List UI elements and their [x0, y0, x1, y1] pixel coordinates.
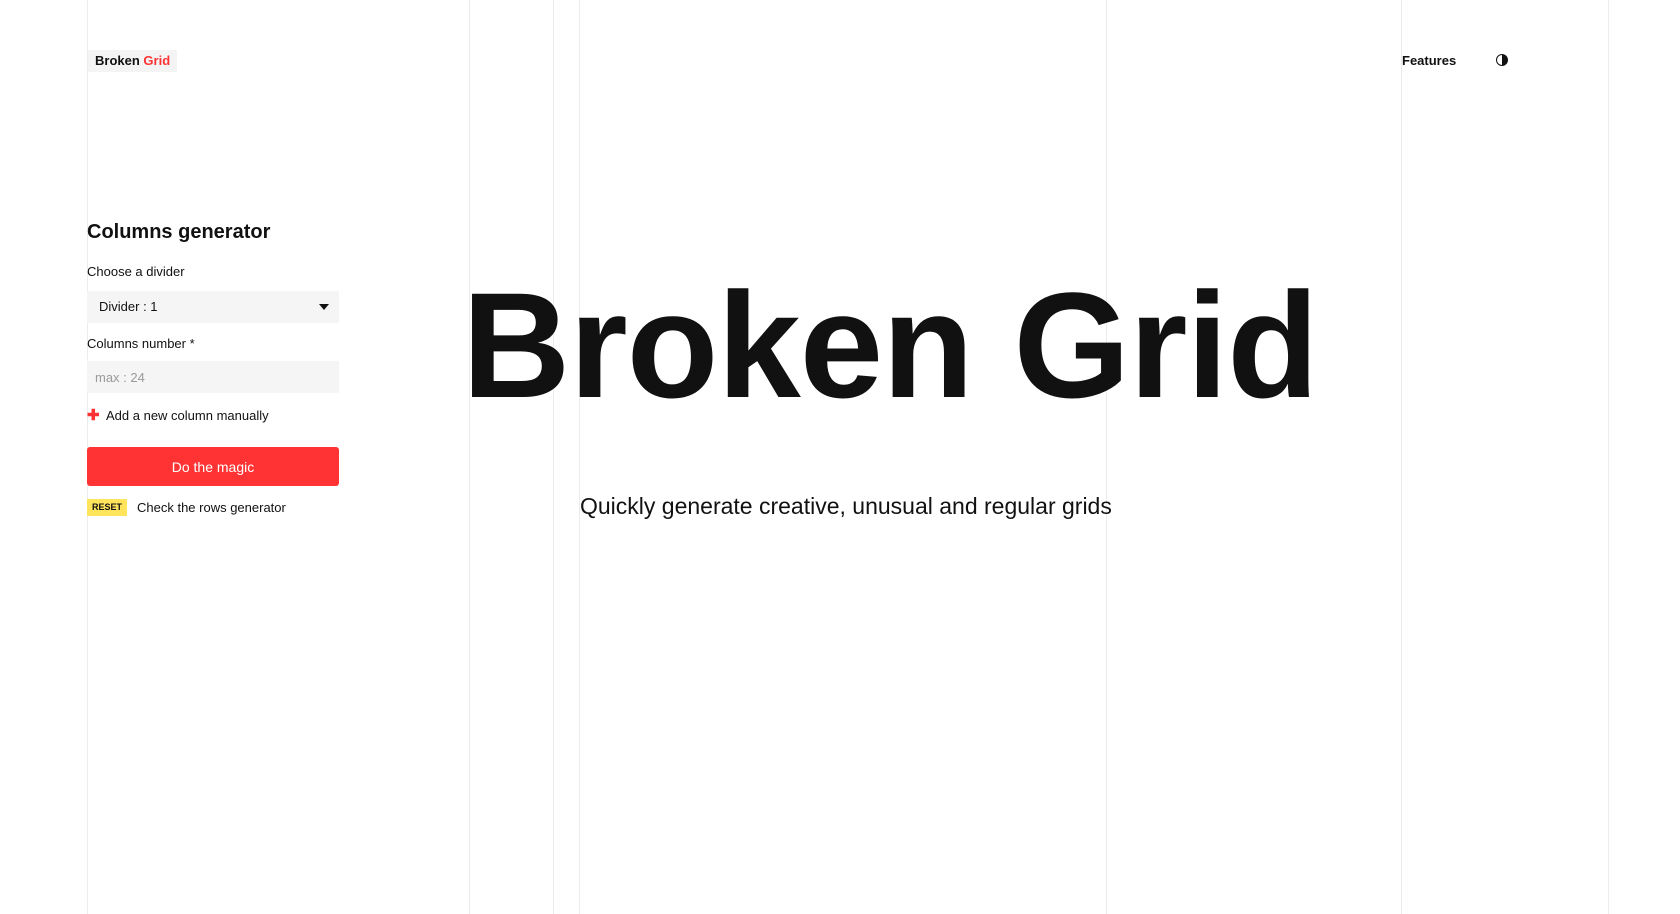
- grid-line: [1608, 0, 1609, 914]
- reset-button[interactable]: RESET: [87, 499, 127, 516]
- divider-label: Choose a divider: [87, 264, 185, 279]
- hero-subtitle: Quickly generate creative, unusual and r…: [580, 493, 1112, 519]
- contrast-icon[interactable]: [1496, 54, 1508, 66]
- plus-icon: ✚: [87, 407, 100, 424]
- divider-select[interactable]: Divider : 1: [87, 291, 339, 323]
- grid-line: [579, 0, 580, 914]
- nav-features-link[interactable]: Features: [1402, 53, 1456, 69]
- grid-line: [1401, 0, 1402, 914]
- divider-select-value: Divider : 1: [99, 299, 158, 314]
- grid-line: [469, 0, 470, 914]
- hero-title: Broken Grid: [462, 261, 1319, 429]
- chevron-down-icon: [319, 304, 329, 310]
- logo-accent-text: Grid: [143, 53, 171, 68]
- grid-line: [553, 0, 554, 914]
- columns-generator-panel: Columns generator Choose a divider Divid…: [87, 220, 339, 516]
- rows-generator-link[interactable]: Check the rows generator: [137, 499, 286, 516]
- columns-number-input[interactable]: [87, 361, 339, 393]
- add-column-button[interactable]: ✚ Add a new column manually: [87, 408, 269, 424]
- add-column-label: Add a new column manually: [106, 408, 269, 423]
- columns-number-label: Columns number *: [87, 336, 195, 351]
- logo-text: Broken: [95, 53, 140, 68]
- logo[interactable]: Broken Grid: [88, 50, 178, 72]
- do-the-magic-button[interactable]: Do the magic: [87, 447, 339, 486]
- panel-title: Columns generator: [87, 221, 271, 243]
- grid-line: [1106, 0, 1107, 914]
